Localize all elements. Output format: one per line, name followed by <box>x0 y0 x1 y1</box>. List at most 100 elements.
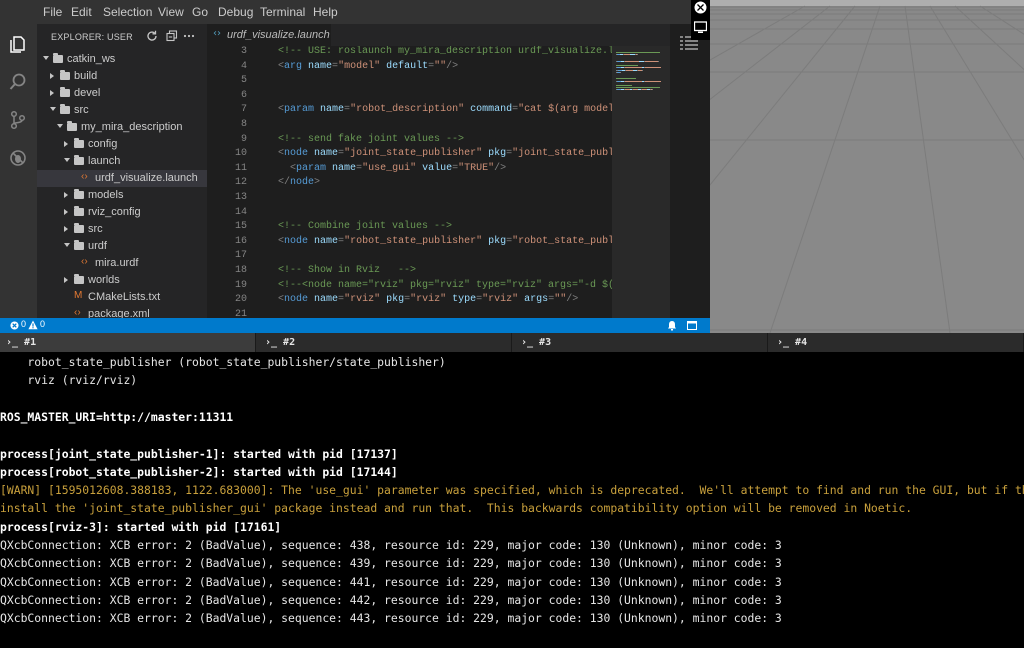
menu-debug[interactable]: Debug <box>218 5 253 19</box>
status-bar: 0 0 <box>0 318 710 333</box>
more-actions-icon[interactable] <box>183 30 195 42</box>
explorer-icon[interactable] <box>8 34 28 54</box>
tree-folder[interactable]: my_mira_description <box>37 119 207 136</box>
code-token: "robot_state_publisher" <box>344 235 489 247</box>
tree-item-label: catkin_ws <box>67 53 116 65</box>
display-icon[interactable] <box>694 21 707 34</box>
minimap[interactable] <box>612 46 670 318</box>
terminal-output[interactable]: robot_state_publisher (robot_state_publi… <box>0 352 1024 648</box>
folder-icon <box>74 155 84 165</box>
chevron-down-icon[interactable] <box>64 243 70 247</box>
terminal-line: [WARN] [1595012608.388183, 1122.683000]:… <box>0 483 1024 498</box>
xml-file-icon: ‹› <box>74 307 81 318</box>
error-count[interactable]: 0 <box>21 319 26 329</box>
code-line[interactable]: <arg name="model" default=""/> <box>278 61 458 72</box>
tree-folder[interactable]: models <box>37 187 207 204</box>
warning-icon[interactable] <box>28 320 38 330</box>
chevron-right-icon[interactable] <box>50 73 54 79</box>
chevron-right-icon[interactable] <box>64 141 68 147</box>
tab-urdf-visualize-launch[interactable]: ‹› urdf_visualize.launch <box>207 24 331 46</box>
tree-folder[interactable]: urdf <box>37 238 207 255</box>
menu-edit[interactable]: Edit <box>71 5 92 19</box>
debug-icon[interactable] <box>8 148 28 168</box>
menu-file[interactable]: File <box>43 5 62 19</box>
tree-folder[interactable]: worlds <box>37 272 207 289</box>
chevron-right-icon[interactable] <box>64 226 68 232</box>
terminal-tab-2[interactable]: ›_ #2 <box>259 333 512 352</box>
tree-folder[interactable]: catkin_ws <box>37 51 207 68</box>
fullscreen-icon[interactable] <box>694 1 707 14</box>
tree-item-label: urdf_visualize.launch <box>95 172 198 184</box>
minimap-line <box>637 54 638 56</box>
xml-file-icon: ‹› <box>81 256 88 267</box>
error-icon[interactable] <box>10 321 19 330</box>
folder-icon <box>74 240 84 250</box>
chevron-right-icon[interactable] <box>64 192 68 198</box>
tree-file[interactable]: ‹› package.xml <box>37 306 207 318</box>
minimap-line <box>642 69 643 71</box>
tree-folder[interactable]: src <box>37 102 207 119</box>
tree-item-label: rviz_config <box>88 206 141 218</box>
terminal-tab-label: ›_ #3 <box>521 337 552 348</box>
code-line[interactable]: <node name="rviz" pkg="rviz" type="rviz"… <box>278 294 578 305</box>
tab-label: urdf_visualize.launch <box>227 29 330 41</box>
collapse-all-icon[interactable] <box>166 30 178 42</box>
code-token: pkg <box>488 235 507 247</box>
tree-folder[interactable]: launch <box>37 153 207 170</box>
code-token: "rviz" <box>410 294 453 306</box>
code-line[interactable]: <!-- Show in Rviz --> <box>278 265 416 276</box>
code-token: name <box>314 294 339 306</box>
code-line[interactable]: <!-- Combine joint values --> <box>278 221 452 232</box>
terminal-tab-1[interactable]: ›_ #1 <box>0 333 256 352</box>
terminal-tab-4[interactable]: ›_ #4 <box>771 333 1024 352</box>
code-line[interactable]: <!--<node name="rviz" pkg="rviz" type="r… <box>278 280 612 291</box>
chevron-down-icon[interactable] <box>64 158 70 162</box>
search-icon[interactable] <box>8 72 28 92</box>
refresh-icon[interactable] <box>146 30 158 42</box>
terminal-tab-3[interactable]: ›_ #3 <box>515 333 768 352</box>
code-line[interactable]: <!-- USE: roslaunch my_mira_description … <box>278 46 612 57</box>
code-token: param <box>284 104 321 116</box>
tree-folder[interactable]: config <box>37 136 207 153</box>
tree-file[interactable]: ‹› urdf_visualize.launch <box>37 170 207 187</box>
menu-terminal[interactable]: Terminal <box>260 5 305 19</box>
minimap-line <box>616 65 638 67</box>
code-line[interactable]: <param name="use_gui" value="TRUE"/> <box>278 163 506 174</box>
tree-item-label: urdf <box>88 240 107 252</box>
tree-folder[interactable]: rviz_config <box>37 204 207 221</box>
chevron-right-icon[interactable] <box>50 90 54 96</box>
panel-layout-icon[interactable] <box>687 321 697 330</box>
simulation-viewport[interactable] <box>710 0 1024 333</box>
code-line[interactable]: <node name="robot_state_publisher" pkg="… <box>278 236 612 247</box>
tree-folder[interactable]: build <box>37 68 207 85</box>
menu-help[interactable]: Help <box>313 5 338 19</box>
chevron-down-icon[interactable] <box>50 107 56 111</box>
warning-count[interactable]: 0 <box>40 319 45 329</box>
line-number: 21 <box>234 308 247 318</box>
code-line[interactable]: <param name="robot_description" command=… <box>278 104 612 115</box>
code-editor[interactable]: 3 4 5 6 7 8 9 10 11 12 13 14 15 16 17 18 19 20 21 <!-- USE:… <box>207 46 612 318</box>
explorer-sidebar: EXPLORER: USER catkin_ws build devel src my_… <box>37 24 207 318</box>
folder-icon <box>74 138 84 148</box>
chevron-down-icon[interactable] <box>43 56 49 60</box>
chevron-right-icon[interactable] <box>64 209 68 215</box>
code-line[interactable]: <node name="joint_state_publisher" pkg="… <box>278 148 612 159</box>
chevron-right-icon[interactable] <box>64 277 68 283</box>
menu-view[interactable]: View <box>158 5 184 19</box>
tree-item-label: worlds <box>88 274 120 286</box>
bell-icon[interactable] <box>667 320 677 331</box>
tree-item-label: launch <box>88 155 121 167</box>
code-token: "TRUE" <box>458 162 495 174</box>
chevron-down-icon[interactable] <box>57 124 63 128</box>
tree-folder[interactable]: devel <box>37 85 207 102</box>
code-line[interactable]: </node> <box>278 177 320 188</box>
tree-file[interactable]: ‹› mira.urdf <box>37 255 207 272</box>
tree-file[interactable]: M CMakeLists.txt <box>37 289 207 306</box>
menu-selection[interactable]: Selection <box>103 5 152 19</box>
code-token: < <box>278 162 297 174</box>
code-line[interactable]: <!-- send fake joint values --> <box>278 134 464 145</box>
terminal-line: process[robot_state_publisher-2]: starte… <box>0 464 398 479</box>
tree-folder[interactable]: src <box>37 221 207 238</box>
source-control-icon[interactable] <box>8 110 28 130</box>
menu-go[interactable]: Go <box>192 5 208 19</box>
